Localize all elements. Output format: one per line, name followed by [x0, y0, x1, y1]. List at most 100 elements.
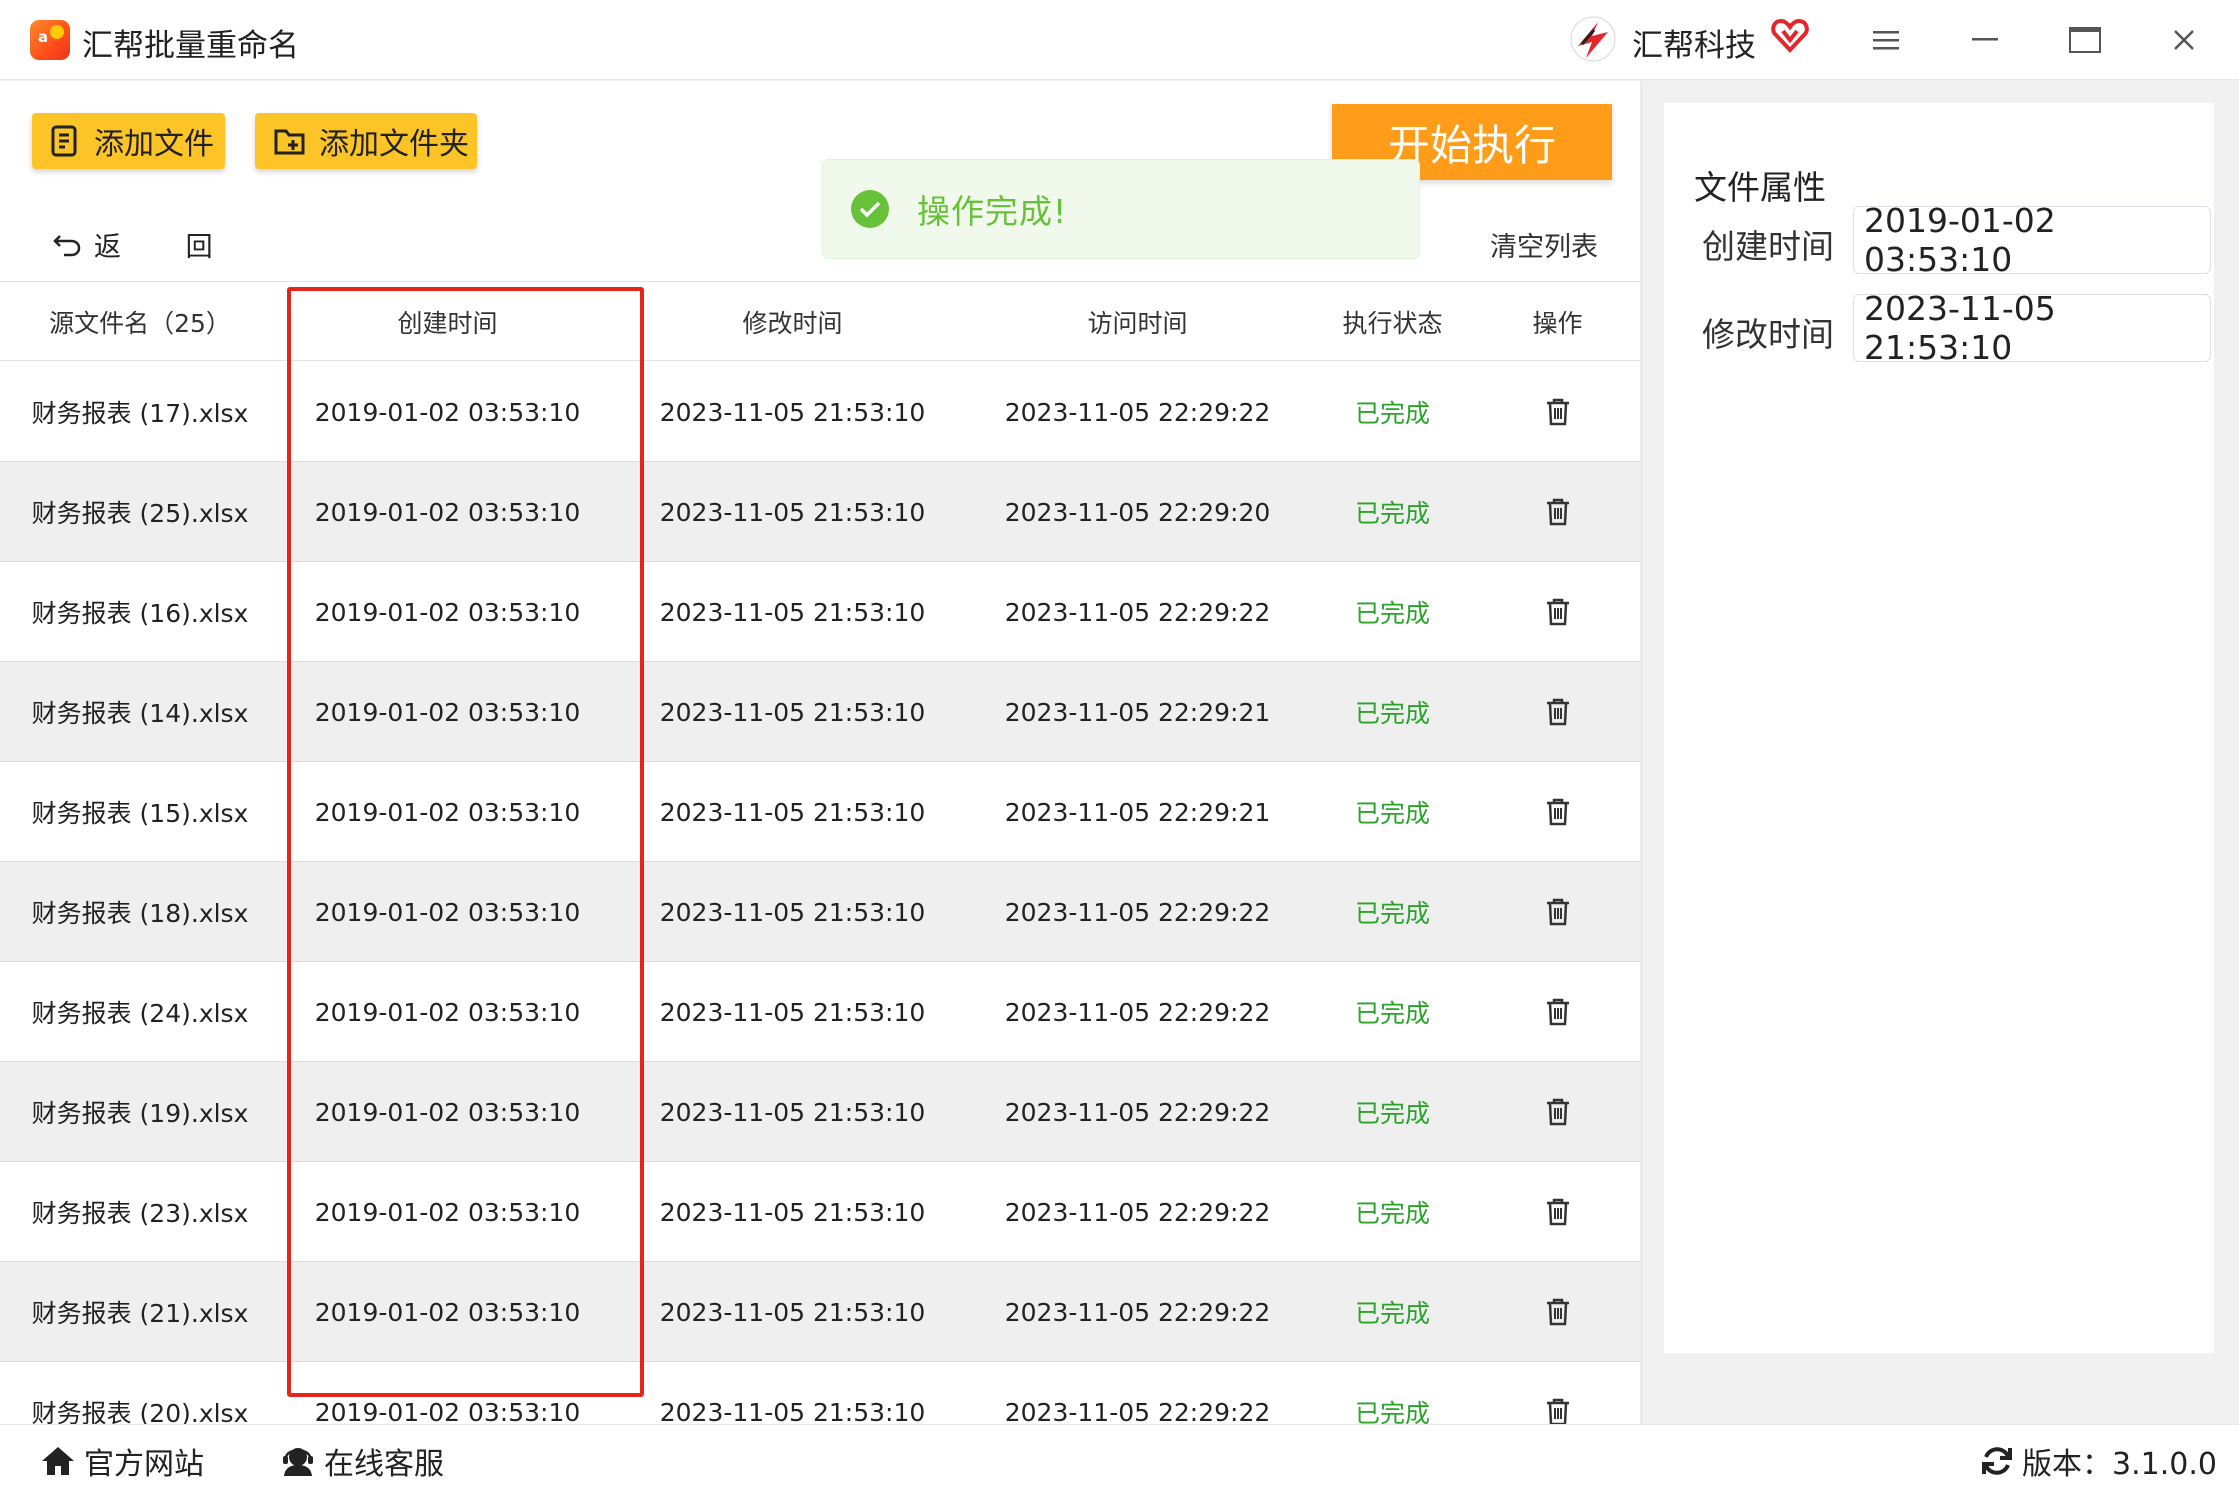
modified-time-cell: 2023-11-05 21:53:10: [659, 997, 926, 1027]
trash-icon[interactable]: [1485, 762, 1630, 862]
modified-time-cell: 2023-11-05 21:53:10: [659, 697, 926, 727]
header-accessed[interactable]: 访问时间: [975, 282, 1300, 361]
table-row[interactable]: 财务报表 (25).xlsx 2019-01-02 03:53:10 2023-11…: [0, 462, 1640, 562]
add-file-icon: [51, 125, 77, 157]
created-time-cell: 2019-01-02 03:53:10: [314, 697, 581, 727]
table-row[interactable]: 财务报表 (19).xlsx 2019-01-02 03:53:10 2023-11…: [0, 1062, 1640, 1162]
close-icon[interactable]: [2160, 18, 2208, 62]
status-cell: 已完成: [1354, 699, 1430, 728]
modified-time-cell: 2023-11-05 21:53:10: [659, 397, 926, 427]
created-time-label: 创建时间: [1702, 227, 1834, 266]
modified-time-cell: 2023-11-05 21:53:10: [659, 597, 926, 627]
file-name-cell: 财务报表 (19).xlsx: [31, 1099, 249, 1128]
toast-message: 操作完成!: [917, 192, 1068, 231]
accessed-time-cell: 2023-11-05 22:29:22: [1004, 1397, 1271, 1425]
add-folder-button[interactable]: 添加文件夹: [255, 113, 477, 169]
table-row[interactable]: 财务报表 (15).xlsx 2019-01-02 03:53:10 2023-11…: [0, 762, 1640, 862]
trash-icon[interactable]: [1485, 862, 1630, 962]
back-button[interactable]: 返 回: [52, 225, 241, 264]
trash-icon[interactable]: [1485, 662, 1630, 762]
trash-icon[interactable]: [1485, 362, 1630, 462]
modified-time-label: 修改时间: [1702, 315, 1834, 354]
accessed-time-cell: 2023-11-05 22:29:21: [1004, 697, 1271, 727]
table-row[interactable]: 财务报表 (23).xlsx 2019-01-02 03:53:10 2023-11…: [0, 1162, 1640, 1262]
file-name-cell: 财务报表 (18).xlsx: [31, 899, 249, 928]
accessed-time-cell: 2023-11-05 22:29:22: [1004, 897, 1271, 927]
maximize-icon[interactable]: [2061, 18, 2109, 62]
created-time-cell: 2019-01-02 03:53:10: [314, 397, 581, 427]
created-time-field[interactable]: 2019-01-02 03:53:10: [1853, 201, 2211, 279]
website-label: 官方网站: [84, 1447, 204, 1482]
back-label: 返 回: [94, 232, 241, 263]
trash-icon[interactable]: [1485, 1262, 1630, 1362]
add-file-button[interactable]: 添加文件: [32, 113, 225, 169]
status-cell: 已完成: [1354, 1099, 1430, 1128]
header-name[interactable]: 源文件名（25）: [0, 282, 280, 361]
support-icon: [283, 1448, 313, 1476]
clear-list-button[interactable]: 清空列表: [1490, 225, 1598, 264]
refresh-icon: [1982, 1447, 2012, 1475]
table-row[interactable]: 财务报表 (21).xlsx 2019-01-02 03:53:10 2023-11…: [0, 1262, 1640, 1362]
table-row[interactable]: 财务报表 (18).xlsx 2019-01-02 03:53:10 2023-11…: [0, 862, 1640, 962]
table-header: 源文件名（25） 创建时间 修改时间 访问时间 执行状态 操作: [0, 282, 1640, 361]
status-cell: 已完成: [1354, 1299, 1430, 1328]
table-row[interactable]: 财务报表 (24).xlsx 2019-01-02 03:53:10 2023-11…: [0, 962, 1640, 1062]
minimize-icon[interactable]: [1961, 18, 2009, 62]
trash-icon[interactable]: [1485, 1362, 1630, 1424]
trash-icon[interactable]: [1485, 962, 1630, 1062]
support-link[interactable]: 在线客服: [280, 1439, 444, 1483]
menu-icon[interactable]: [1862, 18, 1910, 62]
created-time-cell: 2019-01-02 03:53:10: [314, 897, 581, 927]
add-folder-label: 添加文件夹: [319, 127, 469, 162]
file-name-cell: 财务报表 (25).xlsx: [31, 499, 249, 528]
trash-icon[interactable]: [1485, 1162, 1630, 1262]
created-time-cell: 2019-01-02 03:53:10: [314, 1297, 581, 1327]
modified-time-cell: 2023-11-05 21:53:10: [659, 1397, 926, 1425]
accessed-time-cell: 2023-11-05 22:29:22: [1004, 397, 1271, 427]
table-row[interactable]: 财务报表 (16).xlsx 2019-01-02 03:53:10 2023-11…: [0, 562, 1640, 662]
website-link[interactable]: 官方网站: [40, 1439, 204, 1483]
modified-time-cell: 2023-11-05 21:53:10: [659, 1097, 926, 1127]
status-cell: 已完成: [1354, 599, 1430, 628]
file-name-cell: 财务报表 (17).xlsx: [31, 399, 249, 428]
version-info[interactable]: 版本：3.1.0.0: [1980, 1439, 2217, 1483]
accessed-time-cell: 2023-11-05 22:29:22: [1004, 1297, 1271, 1327]
header-created[interactable]: 创建时间: [290, 282, 605, 361]
file-name-cell: 财务报表 (15).xlsx: [31, 799, 249, 828]
status-cell: 已完成: [1354, 1199, 1430, 1228]
properties-panel: 文件属性 创建时间 2019-01-02 03:53:10 修改时间 2023-…: [1641, 81, 2239, 1424]
trash-icon[interactable]: [1485, 1062, 1630, 1162]
modified-time-cell: 2023-11-05 21:53:10: [659, 897, 926, 927]
table-row[interactable]: 财务报表 (20).xlsx 2019-01-02 03:53:10 2023-11…: [0, 1362, 1640, 1424]
accessed-time-cell: 2023-11-05 22:29:21: [1004, 797, 1271, 827]
modified-time-field[interactable]: 2023-11-05 21:53:10: [1853, 289, 2211, 367]
vip-heart-icon[interactable]: [1770, 16, 1810, 56]
properties-title: 文件属性: [1694, 168, 1826, 207]
add-file-label: 添加文件: [94, 127, 214, 162]
properties-card: 文件属性 创建时间 2019-01-02 03:53:10 修改时间 2023-…: [1664, 103, 2214, 1353]
file-name-cell: 财务报表 (24).xlsx: [31, 999, 249, 1028]
file-name-cell: 财务报表 (16).xlsx: [31, 599, 249, 628]
table-row[interactable]: 财务报表 (17).xlsx 2019-01-02 03:53:10 2023-11…: [0, 362, 1640, 462]
success-toast: 操作完成!: [822, 159, 1420, 259]
file-name-cell: 财务报表 (23).xlsx: [31, 1199, 249, 1228]
app-logo-icon: a: [30, 20, 70, 60]
status-cell: 已完成: [1354, 1399, 1430, 1424]
created-time-cell: 2019-01-02 03:53:10: [314, 997, 581, 1027]
trash-icon[interactable]: [1485, 562, 1630, 662]
file-name-cell: 财务报表 (20).xlsx: [31, 1399, 249, 1424]
title-bar: a 汇帮批量重命名 汇帮科技: [0, 0, 2239, 80]
trash-icon[interactable]: [1485, 462, 1630, 562]
support-label: 在线客服: [324, 1447, 444, 1482]
app-title: 汇帮批量重命名: [82, 28, 299, 64]
table-row[interactable]: 财务报表 (14).xlsx 2019-01-02 03:53:10 2023-11…: [0, 662, 1640, 762]
created-time-cell: 2019-01-02 03:53:10: [314, 497, 581, 527]
header-action: 操作: [1532, 308, 1583, 338]
modified-time-cell: 2023-11-05 21:53:10: [659, 1297, 926, 1327]
status-cell: 已完成: [1354, 499, 1430, 528]
file-name-cell: 财务报表 (14).xlsx: [31, 699, 249, 728]
header-modified[interactable]: 修改时间: [630, 282, 955, 361]
accessed-time-cell: 2023-11-05 22:29:22: [1004, 1197, 1271, 1227]
file-table: 源文件名（25） 创建时间 修改时间 访问时间 执行状态 操作 财务报表 (17…: [0, 281, 1640, 1424]
brand-logo-icon: [1570, 16, 1616, 62]
